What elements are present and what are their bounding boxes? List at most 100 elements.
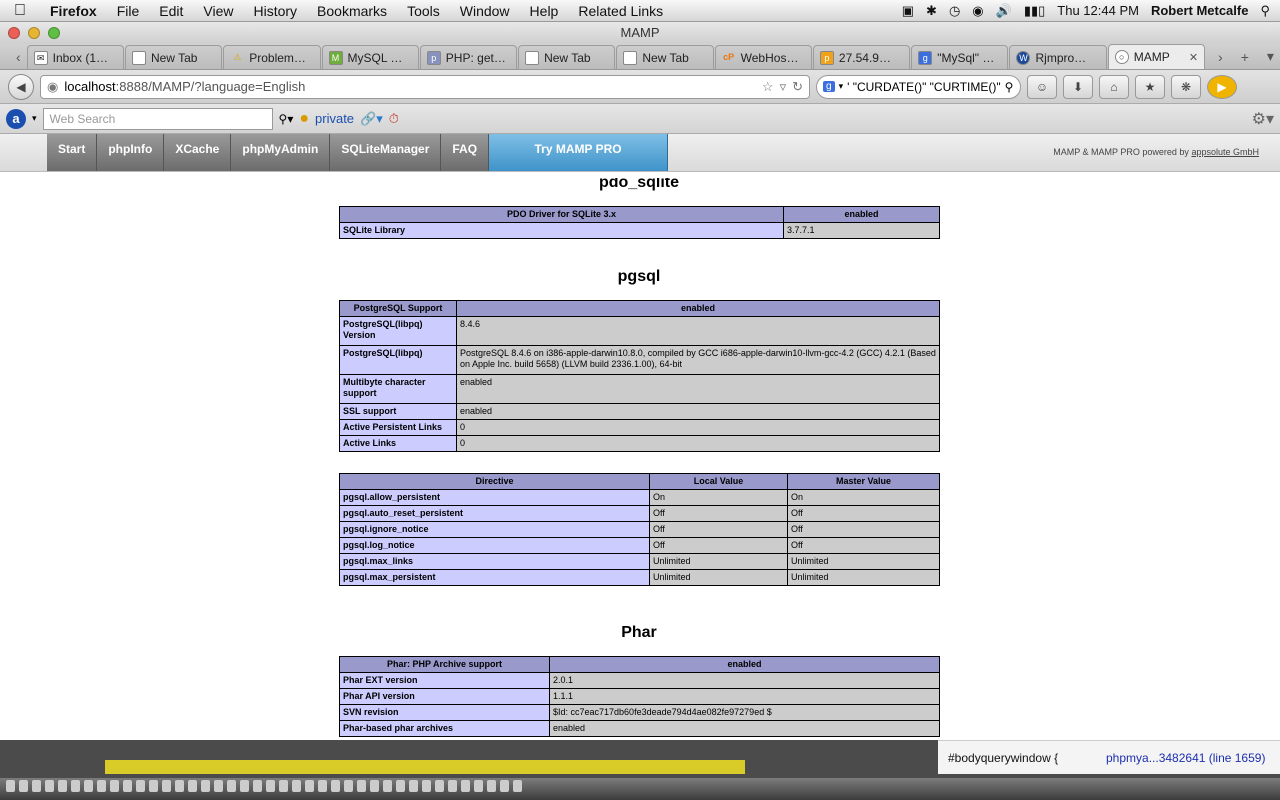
tab-new-tab[interactable]: New Tab [616, 45, 714, 69]
search-engine-dropdown-icon[interactable]: ▾ [839, 81, 844, 92]
dock-app-icon[interactable] [292, 780, 301, 792]
gear-icon[interactable]: ⚙▾ [1252, 109, 1274, 129]
run-icon[interactable]: ▶ [1207, 74, 1237, 99]
dock-app-icon[interactable] [331, 780, 340, 792]
bookmark-star-icon[interactable]: ☆ [762, 79, 774, 95]
dock-app-icon[interactable] [266, 780, 275, 792]
mamp-tab-sqlitemanager[interactable]: SQLiteManager [330, 134, 442, 171]
dock-app-icon[interactable] [435, 780, 444, 792]
dock-app-icon[interactable] [227, 780, 236, 792]
dock-app-icon[interactable] [370, 780, 379, 792]
dock-app-icon[interactable] [97, 780, 106, 792]
css-source-link[interactable]: phpmya...3482641 (line 1659) [1106, 751, 1265, 765]
dock-app-icon[interactable] [422, 780, 431, 792]
menu-file[interactable]: File [107, 3, 150, 19]
dock-app-icon[interactable] [110, 780, 119, 792]
user-name[interactable]: Robert Metcalfe [1151, 3, 1249, 18]
firebug-icon[interactable]: ❋ [1171, 74, 1201, 99]
dock-app-icon[interactable] [513, 780, 522, 792]
tab-inbox[interactable]: ✉ Inbox (1… [26, 45, 124, 69]
search-bar[interactable]: g ▾ ' "CURDATE()" "CURTIME()" ⚲ [816, 74, 1021, 99]
bluetooth-icon[interactable]: ✱ [926, 3, 937, 19]
dock-app-icon[interactable] [19, 780, 28, 792]
tab-mysql[interactable]: M MySQL … [321, 45, 419, 69]
dock-app-icon[interactable] [188, 780, 197, 792]
dock-app-icon[interactable] [123, 780, 132, 792]
dock-app-icon[interactable] [175, 780, 184, 792]
mamp-tab-phpinfo[interactable]: phpInfo [97, 134, 165, 171]
battery-icon[interactable]: ▮▮▯ [1024, 3, 1045, 19]
search-icon[interactable]: ⚲ [1005, 80, 1014, 94]
ask-logo-icon[interactable]: a [6, 108, 26, 129]
dock-app-icon[interactable] [214, 780, 223, 792]
dock-app-icon[interactable] [383, 780, 392, 792]
tab-webhosting[interactable]: cP WebHos… [714, 45, 812, 69]
menu-history[interactable]: History [243, 3, 307, 19]
dock-app-icon[interactable] [45, 780, 54, 792]
close-tab-icon[interactable]: ✕ [1189, 51, 1198, 64]
menu-view[interactable]: View [193, 3, 243, 19]
list-all-tabs-icon[interactable]: ▾ [1261, 48, 1280, 65]
dock-app-icon[interactable] [32, 780, 41, 792]
dock-app-icon[interactable] [305, 780, 314, 792]
appsolute-link[interactable]: appsolute GmbH [1191, 147, 1259, 157]
dock-app-icon[interactable] [58, 780, 67, 792]
volume-icon[interactable]: 🔊 [996, 3, 1012, 19]
dropbox-icon[interactable]: ▣ [902, 3, 914, 19]
dock-app-icon[interactable] [487, 780, 496, 792]
menu-help[interactable]: Help [520, 3, 569, 19]
dock-app-icon[interactable] [253, 780, 262, 792]
dock-app-icon[interactable] [357, 780, 366, 792]
timer-icon[interactable]: ⏱ [389, 111, 399, 127]
dock-app-icon[interactable] [136, 780, 145, 792]
dock-app-icon[interactable] [396, 780, 405, 792]
web-search-icon[interactable]: ⚲▾ [279, 112, 294, 126]
try-mamp-pro-button[interactable]: Try MAMP PRO [489, 134, 669, 171]
dock-app-icon[interactable] [344, 780, 353, 792]
dock-app-icon[interactable] [6, 780, 15, 792]
menu-edit[interactable]: Edit [149, 3, 193, 19]
url-text[interactable]: localhost:8888/MAMP/?language=English [64, 79, 756, 94]
dock-app-icon[interactable] [149, 780, 158, 792]
dock-app-icon[interactable] [240, 780, 249, 792]
menu-bookmarks[interactable]: Bookmarks [307, 3, 397, 19]
dock-app-icon[interactable] [279, 780, 288, 792]
tab-new-tab[interactable]: New Tab [518, 45, 616, 69]
tab-new-tab[interactable]: New Tab [124, 45, 223, 69]
mamp-tab-phpmyadmin[interactable]: phpMyAdmin [231, 134, 331, 171]
private-link[interactable]: private [315, 111, 354, 126]
spotlight-icon[interactable]: ⚲ [1260, 3, 1270, 19]
tab-scroll-left-icon[interactable]: ‹ [10, 49, 27, 65]
zoom-window-icon[interactable] [48, 27, 60, 39]
mamp-tab-faq[interactable]: FAQ [441, 134, 490, 171]
dock-app-icon[interactable] [461, 780, 470, 792]
menu-app-firefox[interactable]: Firefox [40, 3, 107, 19]
back-arrow-icon[interactable]: ◀ [8, 73, 34, 100]
dock-app-icon[interactable] [71, 780, 80, 792]
mamp-tab-start[interactable]: Start [47, 134, 98, 171]
dock-app-icon[interactable] [162, 780, 171, 792]
chain-link-icon[interactable]: 🔗▾ [360, 111, 383, 127]
apple-menu-icon[interactable]:  [0, 2, 40, 20]
ask-dropdown-icon[interactable]: ▾ [32, 113, 37, 124]
dock-app-icon[interactable] [409, 780, 418, 792]
tab-php[interactable]: p PHP: get… [419, 45, 518, 69]
wifi-icon[interactable]: ◉ [972, 3, 983, 19]
dock-app-icon[interactable] [500, 780, 509, 792]
bookmarks-menu-icon[interactable]: ★ [1135, 74, 1165, 99]
menu-related-links[interactable]: Related Links [568, 3, 673, 19]
web-search-input[interactable]: Web Search [42, 107, 273, 130]
privacy-globe-icon[interactable]: ● [299, 110, 309, 128]
site-identity-globe-icon[interactable]: ◉ [47, 79, 58, 95]
dock-app-icon[interactable] [474, 780, 483, 792]
reload-icon[interactable]: ↻ [792, 79, 803, 95]
url-bar[interactable]: ◉ localhost:8888/MAMP/?language=English … [40, 74, 810, 99]
google-search-engine-icon[interactable]: g [823, 81, 835, 92]
tab-google-mysql[interactable]: g "MySql" … [911, 45, 1009, 69]
downloads-icon[interactable]: ⬇ [1063, 74, 1093, 99]
tab-phpmyadmin[interactable]: p 27.54.9… [812, 45, 911, 69]
new-tab-icon[interactable]: + [1235, 49, 1255, 65]
mamp-tab-xcache[interactable]: XCache [164, 134, 232, 171]
tab-rjmpro[interactable]: W Rjmpro… [1009, 45, 1107, 69]
menu-window[interactable]: Window [450, 3, 520, 19]
